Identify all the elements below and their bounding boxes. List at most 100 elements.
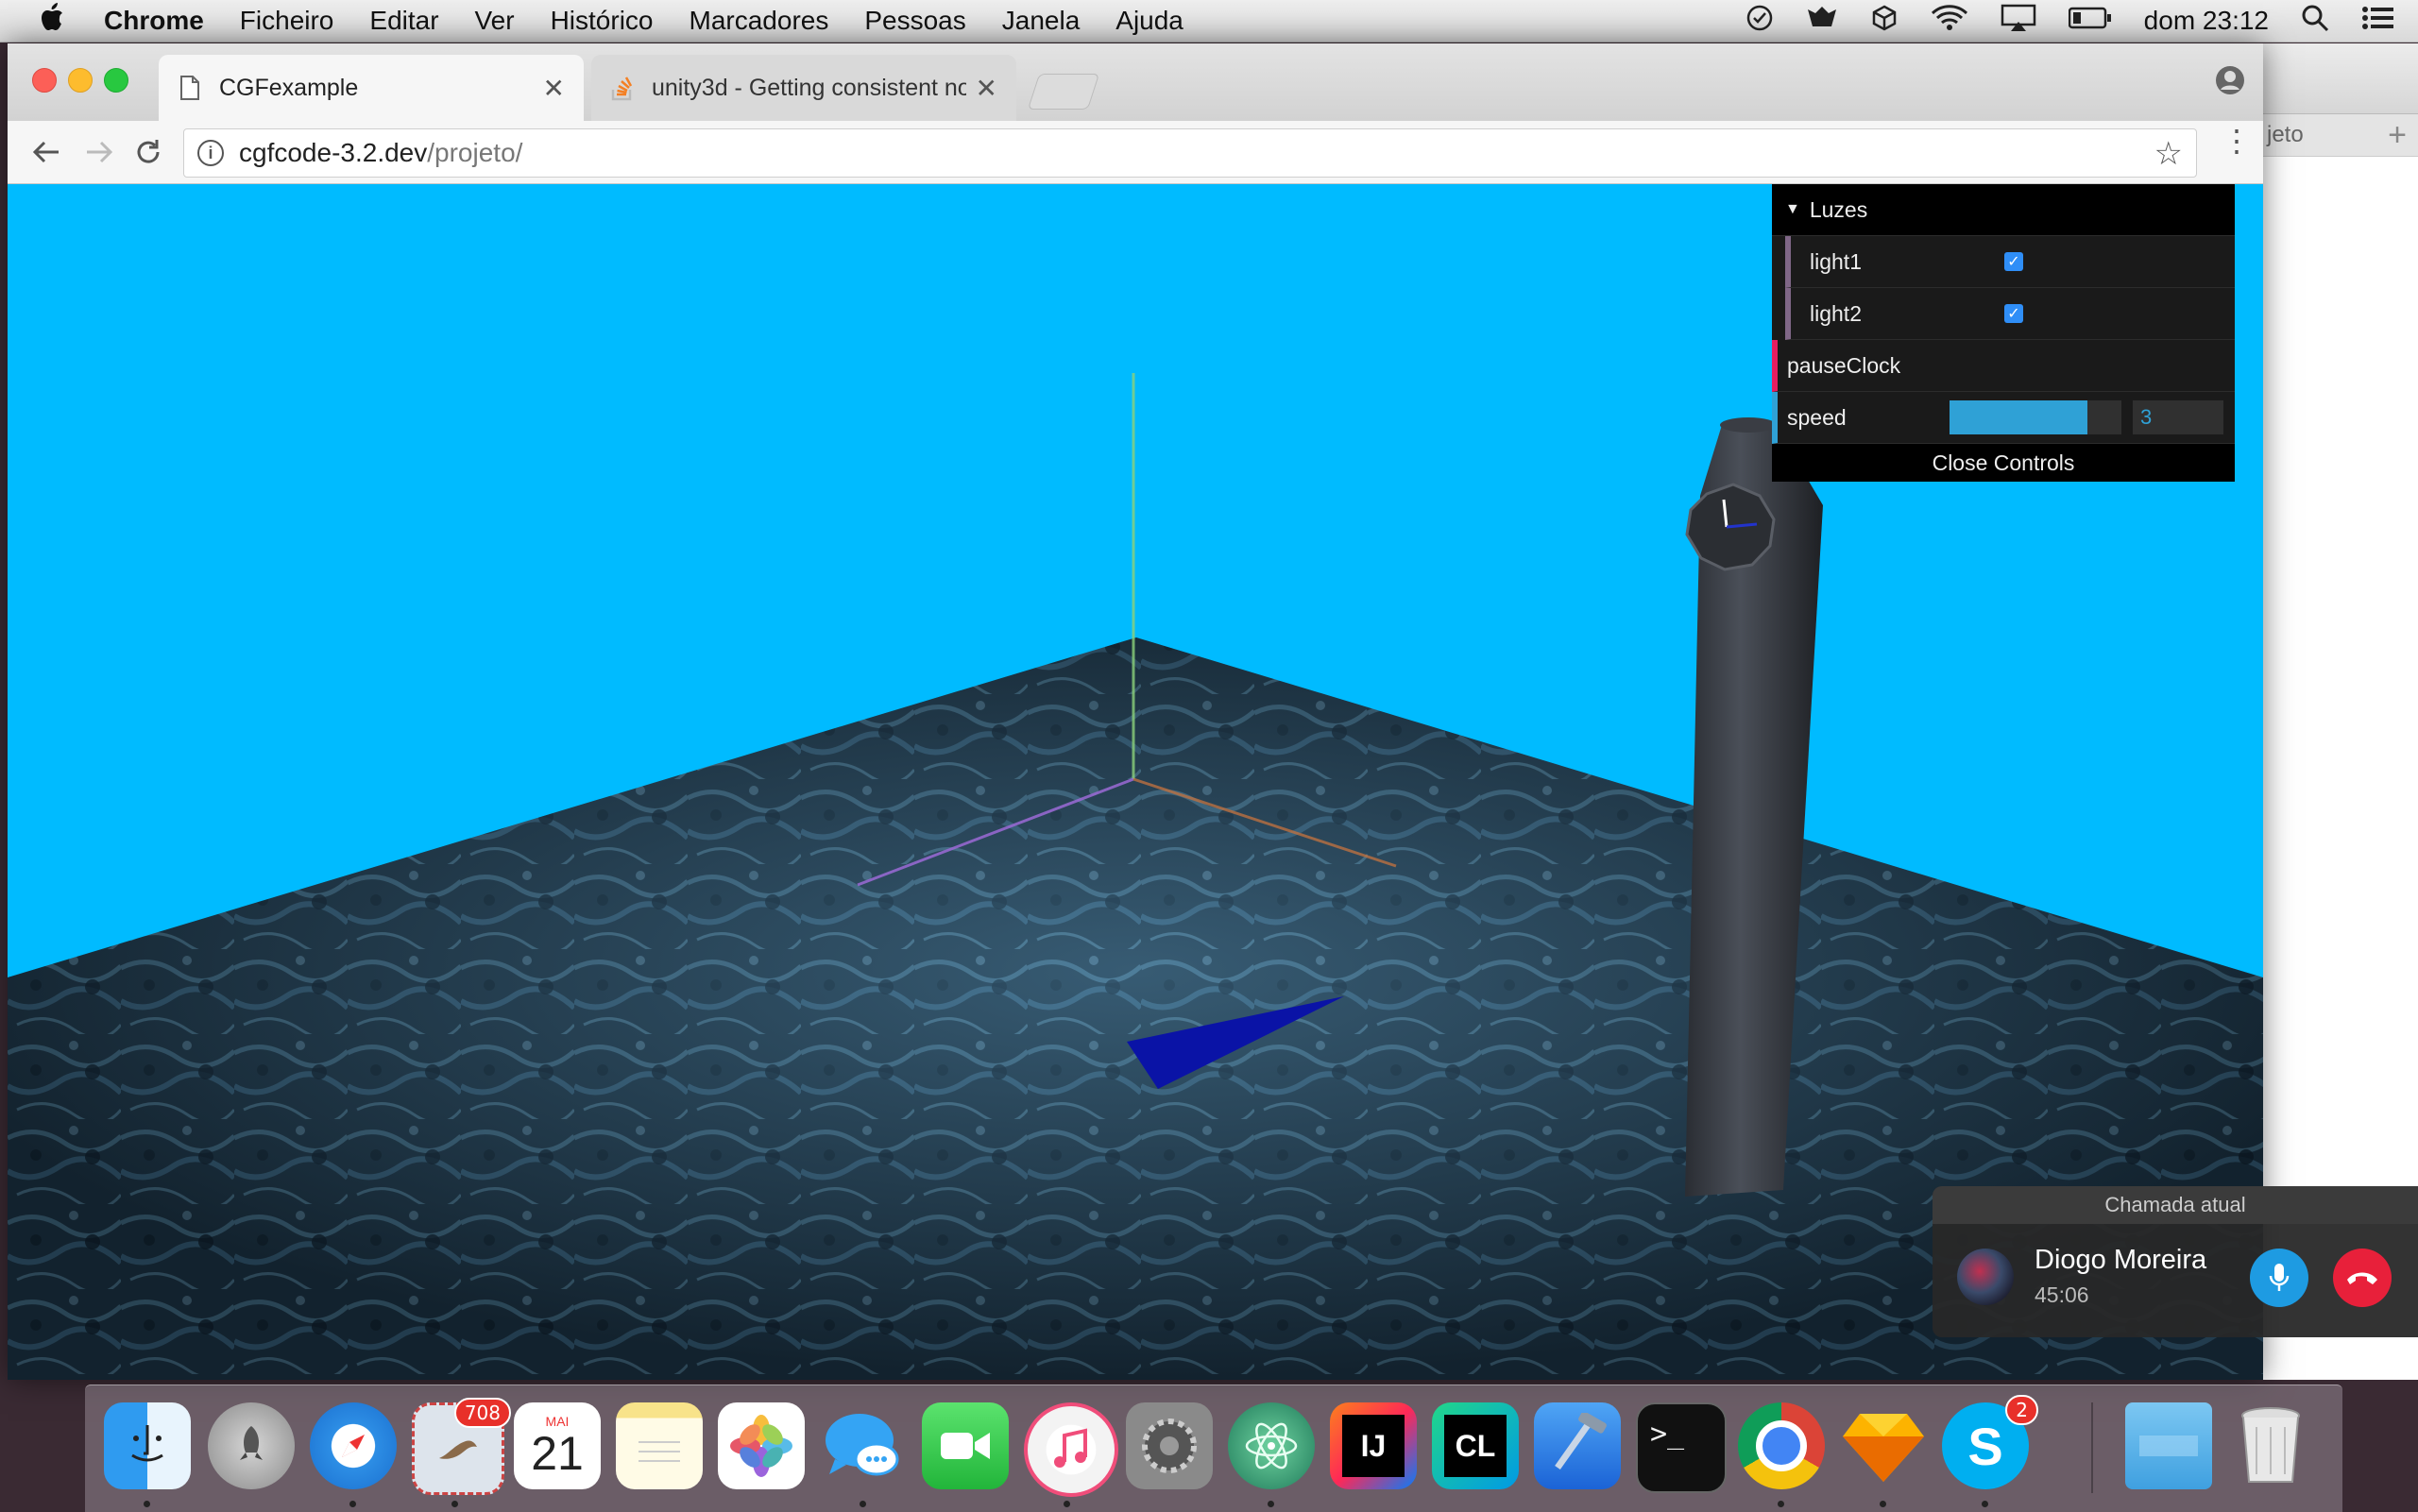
pause-clock-button[interactable]: pauseClock: [1772, 340, 2235, 392]
speed-slider[interactable]: [1950, 400, 2121, 434]
tab-strip: CGFexample ✕ unity3d - Getting consisten…: [8, 43, 2263, 121]
atom-icon[interactable]: [1228, 1402, 1315, 1489]
terminal-prompt: >_: [1649, 1417, 1685, 1451]
messages-icon[interactable]: [820, 1402, 907, 1489]
tab-close-icon[interactable]: ✕: [543, 73, 565, 104]
apple-menu-icon[interactable]: [0, 3, 104, 39]
menu-pessoas[interactable]: Pessoas: [864, 6, 965, 36]
menu-ver[interactable]: Ver: [475, 6, 515, 36]
running-indicator: [144, 1501, 150, 1507]
profile-icon[interactable]: [2214, 64, 2246, 96]
spotlight-search-icon[interactable]: [2301, 4, 2329, 39]
url-host: cgfcode-3.2.dev: [239, 138, 428, 167]
control-speed: speed 3: [1772, 392, 2235, 444]
background-window-titlebar: [2248, 43, 2418, 114]
wifi-icon[interactable]: [1931, 4, 1968, 39]
xcode-icon[interactable]: [1534, 1402, 1621, 1489]
menubar-clock[interactable]: dom 23:12: [2144, 6, 2269, 36]
rocket-icon[interactable]: [208, 1402, 295, 1489]
close-controls-button[interactable]: Close Controls: [1772, 444, 2235, 482]
window-close-button[interactable]: [32, 68, 57, 93]
caret-down-icon: ▼: [1785, 201, 1800, 217]
folder-icon[interactable]: [2125, 1402, 2212, 1489]
browser-toolbar: i cgfcode-3.2.dev/projeto/ ☆ ⋮: [8, 121, 2263, 184]
dock: 708 MAI 21 IJ CL >_ S 2: [85, 1385, 2342, 1512]
control-light1[interactable]: light1 ✓: [1785, 236, 2235, 288]
music-icon[interactable]: [1024, 1402, 1118, 1497]
control-label: speed: [1787, 404, 1847, 430]
menu-app-name[interactable]: Chrome: [104, 6, 204, 36]
photos-icon[interactable]: [718, 1402, 805, 1489]
call-title: Chamada atual: [1933, 1186, 2418, 1224]
back-arrow-icon[interactable]: [26, 132, 66, 172]
calendar-icon[interactable]: MAI 21: [514, 1402, 601, 1489]
running-indicator: [1880, 1501, 1886, 1507]
new-tab-button[interactable]: [1027, 74, 1100, 110]
phone-hangup-icon: [2347, 1272, 2377, 1284]
finder-icon[interactable]: [104, 1402, 191, 1489]
checklist-icon[interactable]: [1745, 4, 1774, 39]
battery-icon[interactable]: [2068, 6, 2112, 37]
menu-historico[interactable]: Histórico: [551, 6, 654, 36]
mail-icon[interactable]: 708: [412, 1398, 511, 1495]
bat-icon[interactable]: [1806, 4, 1838, 39]
running-indicator: [1778, 1501, 1784, 1507]
clion-icon[interactable]: CL: [1432, 1402, 1519, 1489]
background-tab-label: jeto: [2267, 122, 2304, 147]
folder-luzes-header[interactable]: ▼ Luzes: [1772, 184, 2235, 236]
stackoverflow-icon: [610, 74, 635, 102]
sketch-icon[interactable]: [1840, 1402, 1927, 1489]
tab-title: unity3d - Getting consistent no: [652, 74, 966, 101]
microphone-button[interactable]: [2250, 1249, 2308, 1307]
running-indicator: [1268, 1501, 1274, 1507]
window-minimize-button[interactable]: [68, 68, 93, 93]
intellij-icon[interactable]: IJ: [1330, 1402, 1417, 1489]
running-indicator: [1064, 1501, 1070, 1507]
hang-up-button[interactable]: [2333, 1249, 2392, 1307]
bookmark-star-icon[interactable]: ☆: [2154, 135, 2183, 173]
notification-center-icon[interactable]: [2361, 5, 2395, 38]
facetime-icon[interactable]: [922, 1402, 1009, 1489]
control-light2[interactable]: light2 ✓: [1785, 288, 2235, 340]
menu-ficheiro[interactable]: Ficheiro: [240, 6, 334, 36]
background-window[interactable]: jeto +: [2248, 43, 2418, 1380]
control-label: light1: [1810, 248, 1862, 274]
gear-icon[interactable]: [1126, 1402, 1213, 1489]
speed-input[interactable]: 3: [2133, 400, 2223, 434]
address-bar[interactable]: i cgfcode-3.2.dev/projeto/ ☆: [183, 128, 2197, 178]
tab-title: CGFexample: [219, 74, 359, 101]
airplay-icon[interactable]: [2001, 4, 2036, 39]
skype-icon[interactable]: S 2: [1942, 1395, 2038, 1489]
menu-editar[interactable]: Editar: [369, 6, 438, 36]
reload-icon[interactable]: [128, 132, 168, 172]
menu-janela[interactable]: Janela: [1002, 6, 1081, 36]
tab-cgfexample[interactable]: CGFexample ✕: [159, 55, 584, 121]
clock-face: [1685, 483, 1776, 571]
trash-icon[interactable]: [2227, 1402, 2314, 1489]
add-tab-icon[interactable]: +: [2388, 114, 2407, 156]
folder-title: Luzes: [1809, 196, 1868, 222]
call-notification: Chamada atual Diogo Moreira 45:06: [1933, 1186, 2418, 1337]
call-duration: 45:06: [2035, 1283, 2089, 1307]
window-zoom-button[interactable]: [104, 68, 128, 93]
menu-marcadores[interactable]: Marcadores: [690, 6, 829, 36]
light1-checkbox[interactable]: ✓: [2004, 252, 2023, 271]
light2-checkbox[interactable]: ✓: [2004, 304, 2023, 323]
forward-arrow-icon[interactable]: [79, 132, 119, 172]
notes-icon[interactable]: [616, 1402, 703, 1489]
webgl-canvas[interactable]: ▼ Luzes light1 ✓ light2 ✓ pauseClock spe…: [8, 184, 2263, 1380]
box-icon[interactable]: [1870, 4, 1899, 39]
chrome-icon[interactable]: [1738, 1402, 1825, 1489]
speed-slider-fill: [1950, 400, 2087, 434]
background-window-tab[interactable]: jeto +: [2248, 114, 2418, 157]
calendar-day: 21: [531, 1427, 584, 1480]
tab-unity3d[interactable]: unity3d - Getting consistent no ✕: [591, 55, 1016, 121]
tab-close-icon[interactable]: ✕: [976, 73, 997, 104]
url-path: /projeto/: [427, 138, 523, 167]
site-info-icon[interactable]: i: [197, 140, 224, 166]
compass-icon[interactable]: [310, 1402, 397, 1489]
menu-ajuda[interactable]: Ajuda: [1115, 6, 1183, 36]
control-label: light2: [1810, 300, 1862, 326]
terminal-icon[interactable]: >_: [1636, 1402, 1727, 1493]
chrome-menu-icon[interactable]: ⋮: [2222, 126, 2252, 156]
